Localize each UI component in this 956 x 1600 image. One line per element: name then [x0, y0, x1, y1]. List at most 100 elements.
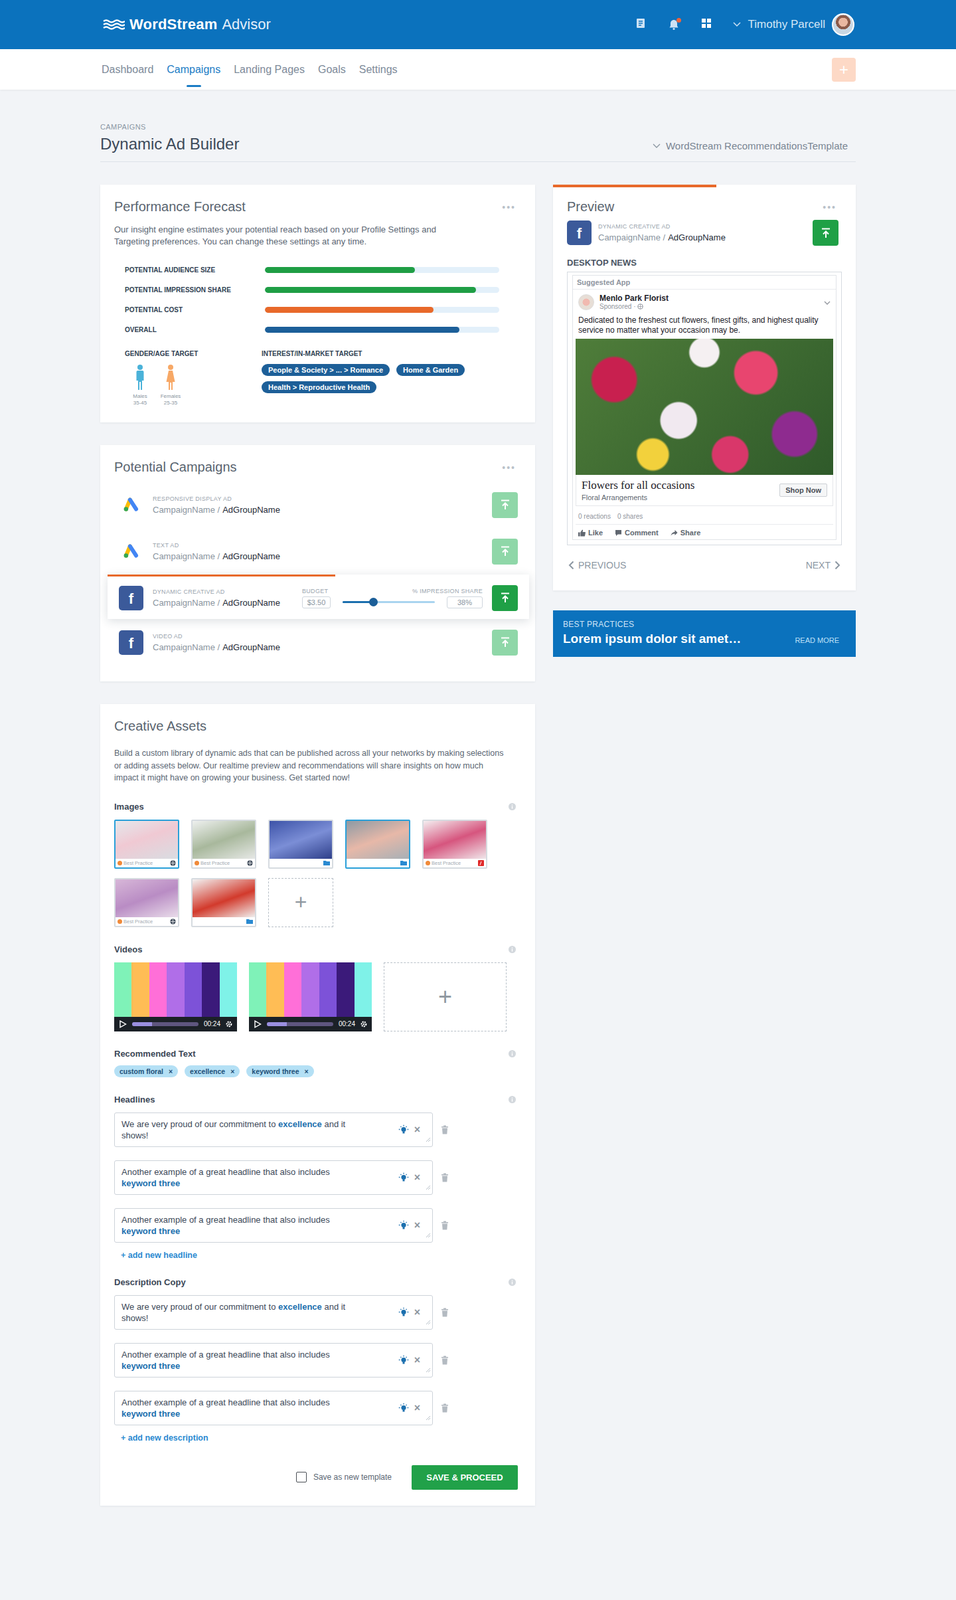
budget-input[interactable]: $3.50: [302, 596, 331, 609]
headline-field[interactable]: Another example of a great headline that…: [114, 1207, 433, 1243]
image-tile[interactable]: Best Practice: [191, 819, 257, 869]
document-icon[interactable]: [634, 17, 647, 30]
upload-icon[interactable]: [498, 590, 512, 605]
upload-icon[interactable]: [498, 497, 512, 512]
image-tile[interactable]: Best Practice: [114, 819, 180, 869]
gear-icon[interactable]: [225, 1020, 233, 1028]
upload-icon[interactable]: [498, 635, 512, 649]
lightbulb-icon[interactable]: [398, 1171, 409, 1183]
nav-tab[interactable]: Goals: [318, 49, 346, 90]
more-menu[interactable]: •••: [501, 201, 522, 213]
next-button[interactable]: NEXT: [805, 559, 841, 571]
play-icon[interactable]: [253, 1019, 262, 1028]
keyword-chip[interactable]: excellence×: [184, 1064, 240, 1077]
interest-chip[interactable]: People & Society > ... > Romance: [261, 363, 390, 376]
notifications-button[interactable]: [667, 18, 680, 31]
add-description-link[interactable]: + add new description: [114, 1432, 522, 1442]
slider-knob[interactable]: [369, 597, 378, 607]
lightbulb-icon[interactable]: [398, 1354, 409, 1365]
image-tile[interactable]: [345, 819, 411, 869]
headline-field[interactable]: We are very proud of our commitment to e…: [114, 1112, 433, 1147]
apps-button[interactable]: [701, 17, 712, 32]
add-button[interactable]: +: [831, 57, 856, 82]
clear-button[interactable]: ×: [414, 1171, 421, 1184]
template-select[interactable]: WordStream RecommendationsTemplate: [652, 140, 856, 154]
image-tile[interactable]: Best Practice: [114, 877, 180, 927]
trash-icon[interactable]: [440, 1220, 449, 1230]
description-field[interactable]: Another example of a great headline that…: [114, 1342, 433, 1377]
video-tile[interactable]: 00:24: [114, 961, 238, 1032]
description-field[interactable]: We are very proud of our commitment to e…: [114, 1294, 433, 1330]
campaign-row[interactable]: fDYNAMIC CREATIVE ADCampaignName /AdGrou…: [107, 574, 530, 619]
save-template-checkbox[interactable]: Save as new template: [296, 1471, 392, 1482]
clear-button[interactable]: ×: [414, 1218, 421, 1231]
lightbulb-icon[interactable]: [398, 1123, 409, 1135]
lightbulb-icon[interactable]: [398, 1306, 409, 1318]
add-video-button[interactable]: +: [383, 961, 507, 1032]
clear-button[interactable]: ×: [414, 1305, 421, 1318]
campaign-row[interactable]: RESPONSIVE DISPLAY ADCampaignName /AdGro…: [114, 481, 522, 528]
nav-tab[interactable]: Settings: [359, 49, 398, 90]
nav-tab[interactable]: Landing Pages: [233, 49, 305, 90]
headline-field[interactable]: Another example of a great headline that…: [114, 1159, 433, 1195]
gear-icon[interactable]: [360, 1020, 368, 1028]
keyword-chip[interactable]: keyword three×: [246, 1064, 314, 1077]
clear-button[interactable]: ×: [414, 1123, 421, 1136]
campaign-row[interactable]: fVIDEO ADCampaignName /AdGroupName: [114, 618, 522, 666]
image-tile[interactable]: Best Practice: [422, 819, 488, 869]
post-action[interactable]: Share: [670, 528, 702, 537]
description-field[interactable]: Another example of a great headline that…: [114, 1390, 433, 1425]
logo[interactable]: WordStreamAdvisor: [100, 15, 271, 34]
trash-icon[interactable]: [440, 1402, 449, 1413]
nav-tab[interactable]: Dashboard: [101, 49, 154, 90]
keyword-chip[interactable]: custom floral×: [114, 1064, 178, 1077]
share-input[interactable]: 38%: [446, 596, 483, 609]
nav-tab[interactable]: Campaigns: [166, 49, 221, 90]
user-menu[interactable]: Timothy Parcell: [732, 13, 855, 36]
info-icon[interactable]: [508, 1277, 516, 1286]
breadcrumb[interactable]: CAMPAIGNS: [100, 122, 239, 131]
grid-icon[interactable]: [701, 17, 712, 29]
info-icon[interactable]: [508, 1049, 516, 1057]
post-menu[interactable]: [823, 296, 831, 309]
lightbulb-icon[interactable]: [398, 1219, 409, 1231]
post-action[interactable]: Comment: [614, 528, 659, 537]
publish-button[interactable]: [812, 219, 839, 246]
checkbox[interactable]: [296, 1471, 307, 1482]
save-button[interactable]: SAVE & PROCEED: [411, 1464, 518, 1490]
campaign-row[interactable]: TEXT ADCampaignName /AdGroupName: [114, 527, 522, 575]
add-headline-link[interactable]: + add new headline: [114, 1250, 522, 1260]
previous-button[interactable]: PREVIOUS: [568, 559, 627, 571]
remove-button[interactable]: ×: [304, 1066, 309, 1075]
upload-icon[interactable]: [819, 226, 833, 240]
reports-button[interactable]: [634, 17, 647, 32]
interest-chip[interactable]: Health > Reproductive Health: [261, 381, 377, 394]
upload-icon[interactable]: [498, 544, 512, 558]
read-more-link[interactable]: READ MORE: [794, 636, 846, 644]
trash-icon[interactable]: [440, 1124, 449, 1134]
trash-icon[interactable]: [440, 1172, 449, 1182]
publish-button[interactable]: [491, 491, 518, 518]
add-image-button[interactable]: +: [268, 877, 334, 927]
more-menu[interactable]: •••: [501, 462, 522, 473]
remove-button[interactable]: ×: [230, 1066, 235, 1075]
publish-button[interactable]: [491, 629, 518, 656]
clear-button[interactable]: ×: [414, 1353, 421, 1366]
publish-button[interactable]: [491, 584, 518, 611]
info-icon[interactable]: [508, 1095, 516, 1103]
trash-icon[interactable]: [440, 1307, 449, 1317]
lightbulb-icon[interactable]: [398, 1402, 409, 1413]
image-tile[interactable]: [268, 819, 334, 869]
shop-now-button[interactable]: Shop Now: [779, 483, 828, 497]
more-menu[interactable]: •••: [822, 201, 842, 213]
info-icon[interactable]: [508, 802, 516, 810]
info-icon[interactable]: [508, 945, 516, 953]
play-icon[interactable]: [118, 1019, 127, 1028]
clear-button[interactable]: ×: [414, 1401, 421, 1414]
interest-chip[interactable]: Home & Garden: [396, 363, 465, 376]
budget-slider[interactable]: [342, 600, 435, 603]
chevron-down-icon[interactable]: [823, 300, 831, 306]
remove-button[interactable]: ×: [168, 1066, 173, 1075]
image-tile[interactable]: [191, 877, 257, 927]
publish-button[interactable]: [491, 538, 518, 565]
